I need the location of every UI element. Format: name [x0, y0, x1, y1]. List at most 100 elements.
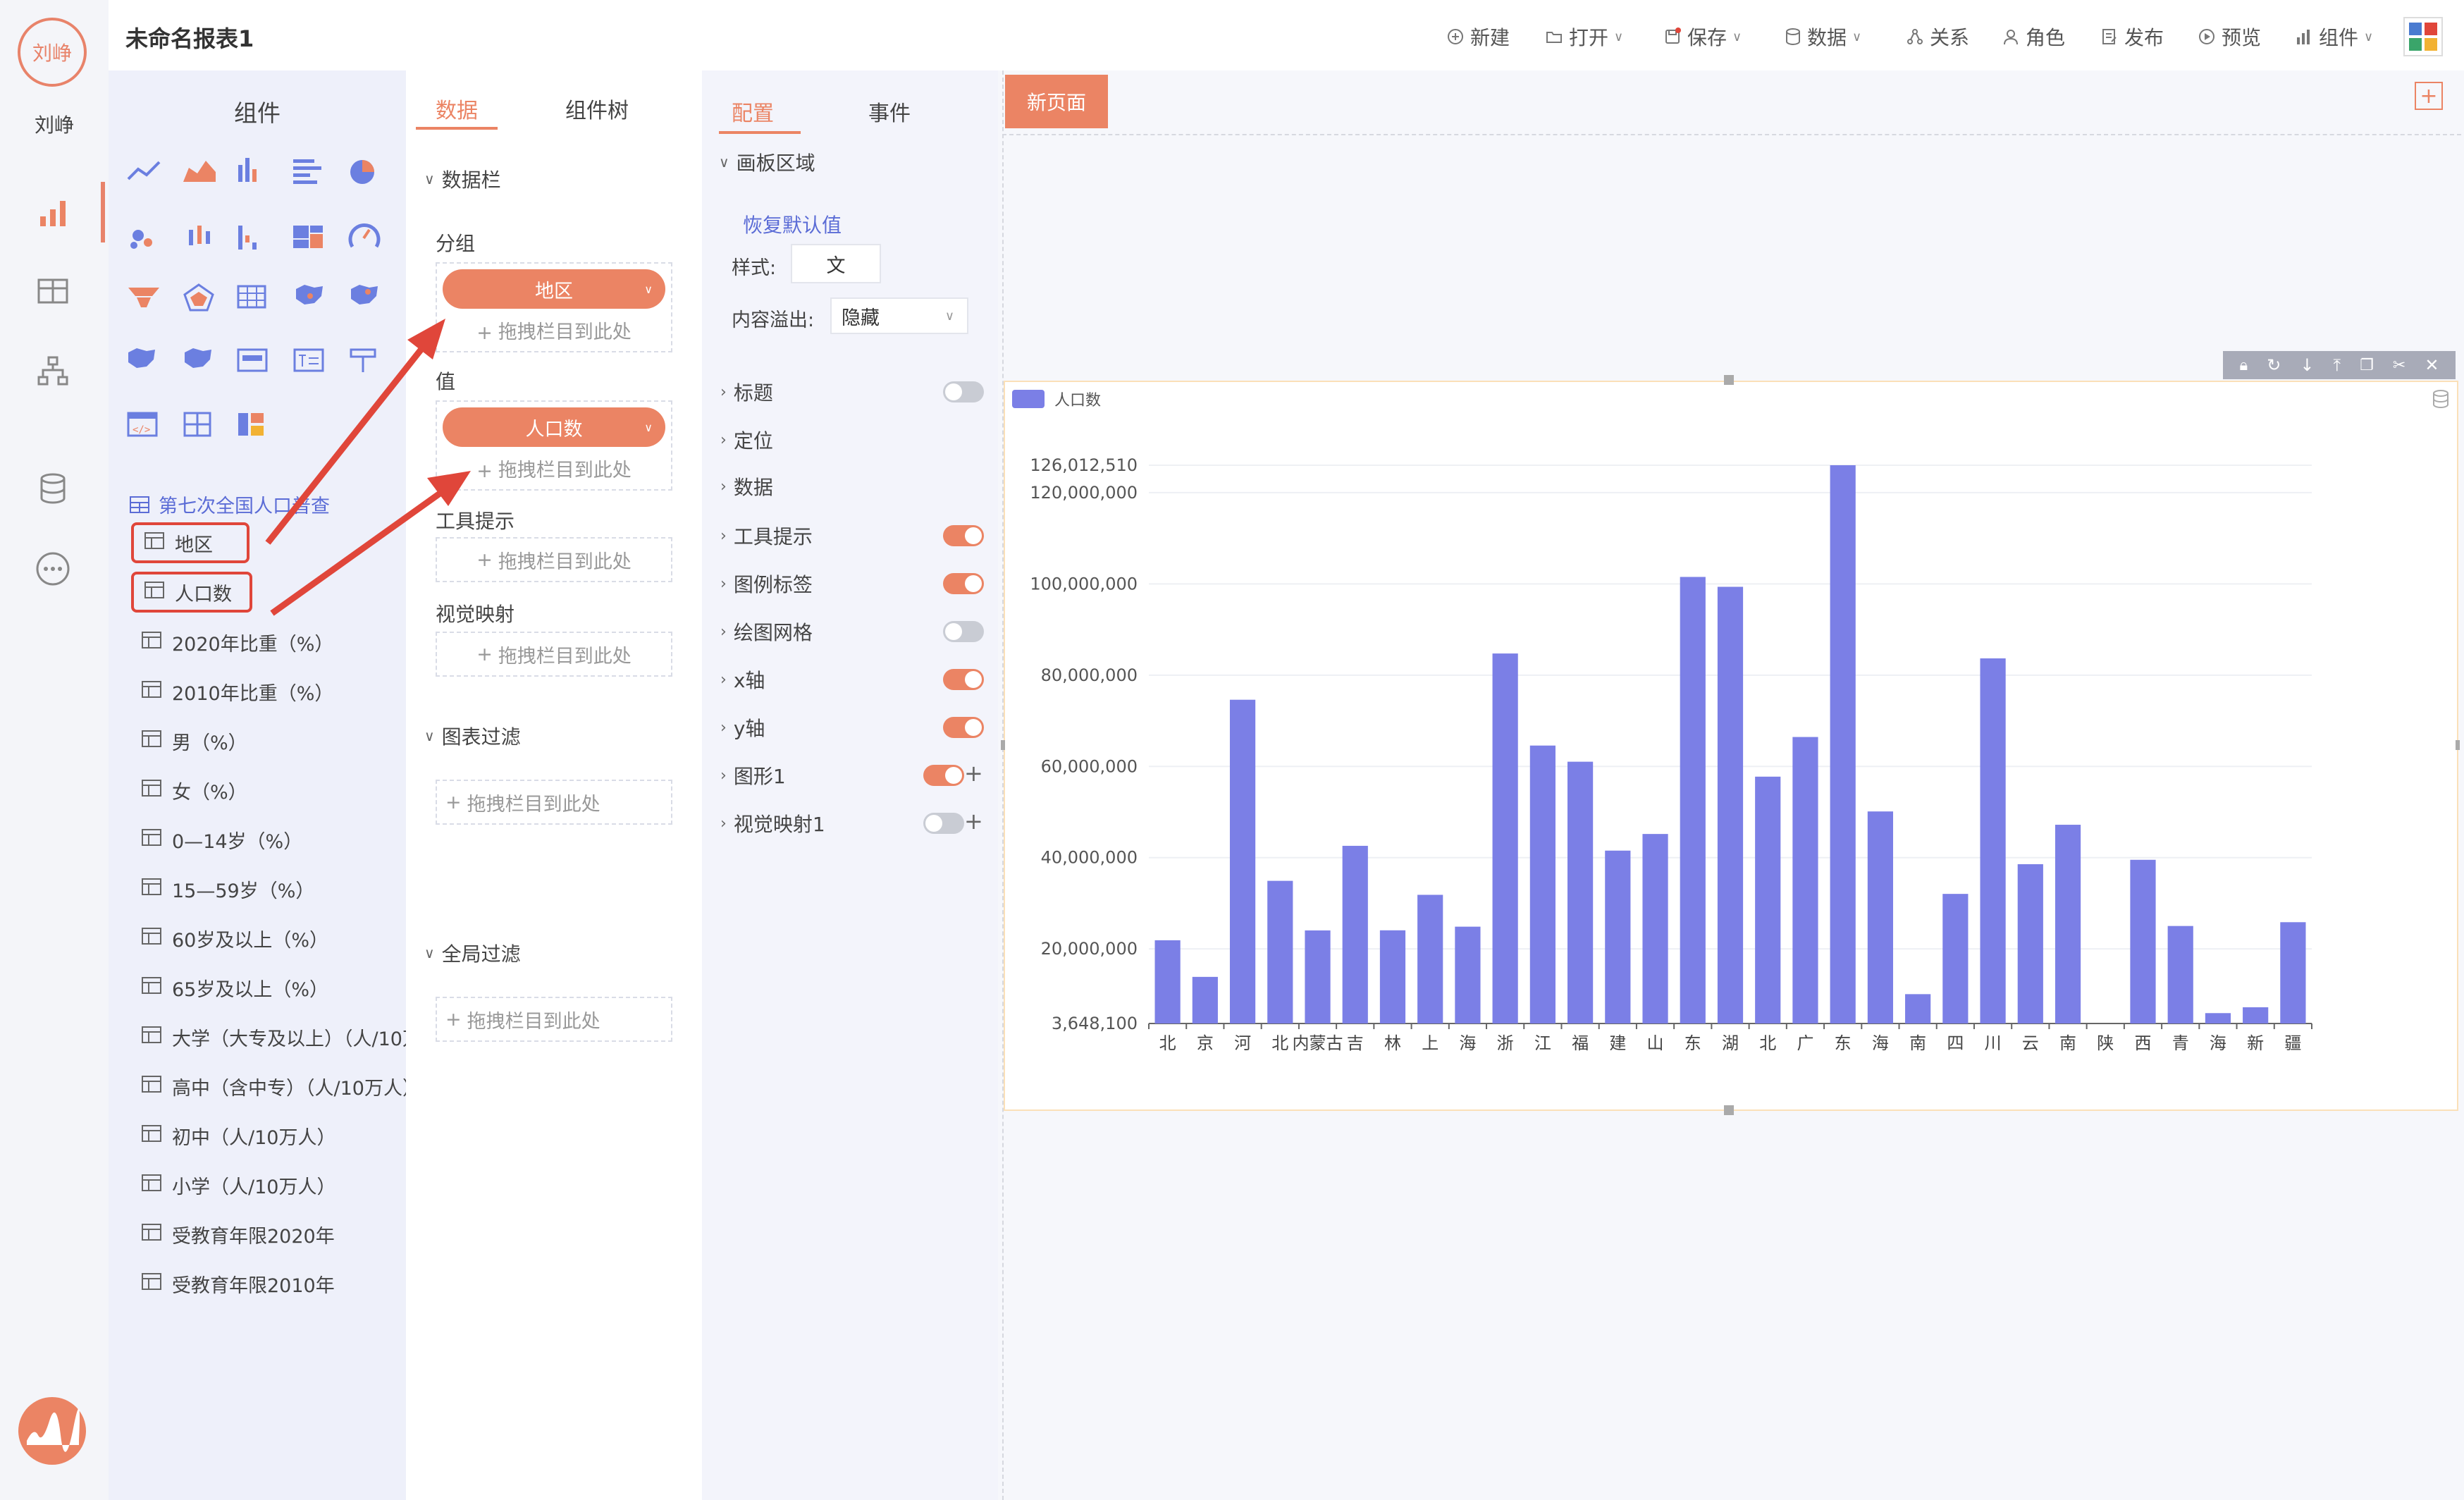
field-label: 初中（人/10万人）	[172, 1126, 336, 1149]
bar	[1680, 577, 1706, 1023]
page-tab[interactable]: 新页面	[1005, 75, 1108, 128]
database-icon[interactable]	[2432, 389, 2450, 412]
field-item[interactable]: 高中（含中专）（人/10万人）	[141, 1069, 421, 1104]
config-item[interactable]: › 绘图网格	[720, 617, 813, 646]
field-item[interactable]: 65岁及以上（%）	[141, 970, 328, 1005]
field-item[interactable]: 地区	[131, 522, 250, 563]
field-item[interactable]: 2020年比重（%）	[141, 625, 333, 660]
nav-more-icon[interactable]	[28, 544, 78, 594]
field-item[interactable]: 男（%）	[141, 723, 247, 758]
add-icon[interactable]: +	[964, 760, 983, 787]
restore-default-link[interactable]: 恢复默认值	[743, 210, 842, 238]
y-tick-label: 126,012,510	[1030, 455, 1138, 475]
nav-hierarchy-icon[interactable]	[28, 347, 78, 396]
bring-to-top-icon[interactable]: ⤒	[2333, 355, 2341, 375]
group-field-pill[interactable]: 地区 ∨	[443, 269, 665, 309]
section-chart-filter[interactable]: ∨ 图表过滤	[424, 722, 521, 750]
nav-table-icon[interactable]	[28, 266, 78, 316]
avatar[interactable]: 刘峥	[18, 18, 87, 87]
config-item[interactable]: › 定位	[720, 426, 773, 454]
value-field-pill[interactable]: 人口数 ∨	[443, 407, 665, 447]
config-toggle[interactable]	[943, 525, 984, 546]
china-map-icon	[185, 348, 211, 368]
config-item[interactable]: › 图形1	[720, 761, 786, 789]
visual-map-dropzone[interactable]: + 拖拽栏目到此处	[436, 632, 672, 677]
save-button[interactable]: 保存 ∨	[1663, 23, 1742, 51]
role-button[interactable]: 角色	[2002, 23, 2065, 51]
open-button[interactable]: 打开 ∨	[1545, 23, 1623, 51]
field-item[interactable]: 人口数	[131, 572, 252, 613]
resize-handle-bottom[interactable]	[1724, 1105, 1734, 1115]
config-item[interactable]: › 图例标签	[720, 570, 813, 598]
relation-button[interactable]: 关系	[1906, 23, 1969, 51]
nav-database-icon[interactable]	[28, 464, 78, 513]
resize-handle-top[interactable]	[1724, 375, 1734, 385]
field-label: 65岁及以上（%）	[172, 978, 329, 1001]
dataset-item[interactable]: 第七次全国人口普查	[129, 491, 330, 518]
components-button[interactable]: 组件 ∨	[2295, 23, 2373, 51]
chart-filter-dropzone[interactable]: + 拖拽栏目到此处	[436, 780, 672, 825]
publish-button[interactable]: 发布	[2100, 23, 2164, 51]
global-filter-dropzone[interactable]: + 拖拽栏目到此处	[436, 997, 672, 1042]
field-item[interactable]: 15—59岁（%）	[141, 871, 314, 906]
config-toggle[interactable]	[923, 765, 964, 786]
x-tick-label: 京	[1197, 1033, 1214, 1053]
config-item[interactable]: › 标题	[720, 378, 773, 406]
field-item[interactable]: 2010年比重（%）	[141, 674, 333, 709]
config-toggle[interactable]	[943, 669, 984, 690]
field-item[interactable]: 大学（大专及以上）（人/10万人）	[141, 1019, 433, 1055]
preview-button[interactable]: 预览	[2198, 23, 2261, 51]
resize-handle-left[interactable]	[1001, 740, 1005, 750]
lock-icon[interactable]: 🔒︎	[2240, 357, 2248, 374]
config-toggle[interactable]	[943, 717, 984, 738]
data-button[interactable]: 数据 ∨	[1785, 23, 1861, 51]
field-item[interactable]: 0—14岁（%）	[141, 822, 302, 857]
config-item[interactable]: › y轴	[720, 713, 765, 742]
add-page-icon[interactable]: +	[2415, 82, 2443, 110]
new-button[interactable]: 新建	[1446, 23, 1510, 51]
tab-data[interactable]: 数据	[436, 93, 478, 124]
field-item[interactable]: 小学（人/10万人）	[141, 1167, 335, 1203]
config-item[interactable]: › 工具提示	[720, 522, 813, 550]
cut-icon[interactable]: ✂	[2393, 357, 2406, 374]
section-canvas-area[interactable]: ∨ 画板区域	[719, 148, 815, 176]
username: 刘峥	[34, 113, 74, 137]
section-databar[interactable]: ∨ 数据栏	[424, 165, 501, 193]
add-icon[interactable]: +	[964, 808, 983, 835]
config-toggle[interactable]	[923, 813, 964, 834]
copy-icon[interactable]: ❐	[2360, 357, 2374, 374]
section-global-filter[interactable]: ∨ 全局过滤	[424, 939, 521, 967]
field-item[interactable]: 初中（人/10万人）	[141, 1118, 335, 1153]
chevron-right-icon: ›	[720, 477, 727, 496]
close-icon[interactable]: ✕	[2425, 355, 2439, 375]
style-select[interactable]: 文	[791, 244, 881, 283]
field-item[interactable]: 受教育年限2020年	[141, 1217, 335, 1252]
tab-config[interactable]: 配置	[732, 96, 774, 127]
refresh-icon[interactable]: ↻	[2267, 355, 2281, 375]
chart-legend[interactable]: 人口数	[1012, 388, 1101, 410]
tab-component-tree[interactable]: 组件树	[565, 93, 629, 124]
filter-control-icon	[350, 348, 376, 372]
y-tick-label: 20,000,000	[1041, 939, 1138, 959]
field-item[interactable]: 60岁及以上（%）	[141, 921, 328, 956]
config-toggle[interactable]	[943, 573, 984, 594]
bar-chart-icon	[238, 158, 257, 182]
config-item[interactable]: › x轴	[720, 665, 765, 694]
x-tick-label: 浙	[1497, 1033, 1514, 1053]
field-item[interactable]: 受教育年限2010年	[141, 1266, 335, 1301]
nav-report-bar-chart-icon[interactable]	[28, 188, 78, 237]
report-title[interactable]: 未命名报表1	[125, 21, 254, 54]
tab-events[interactable]: 事件	[868, 96, 911, 127]
resize-handle-right[interactable]	[2456, 740, 2460, 750]
field-item[interactable]: 女（%）	[141, 773, 247, 808]
config-toggle[interactable]	[943, 621, 984, 642]
config-toggle[interactable]	[943, 381, 984, 402]
field-label: 2010年比重（%）	[172, 682, 334, 705]
config-item[interactable]: › 数据	[720, 472, 773, 500]
config-item[interactable]: › 视觉映射1	[720, 809, 825, 837]
field-table-icon	[141, 1174, 162, 1197]
download-icon[interactable]: ↓	[2300, 355, 2314, 375]
tooltip-dropzone[interactable]: + 拖拽栏目到此处	[436, 537, 672, 582]
layout-grid-icon[interactable]	[2403, 17, 2443, 56]
overflow-select[interactable]: 隐藏 ∨	[830, 297, 968, 334]
